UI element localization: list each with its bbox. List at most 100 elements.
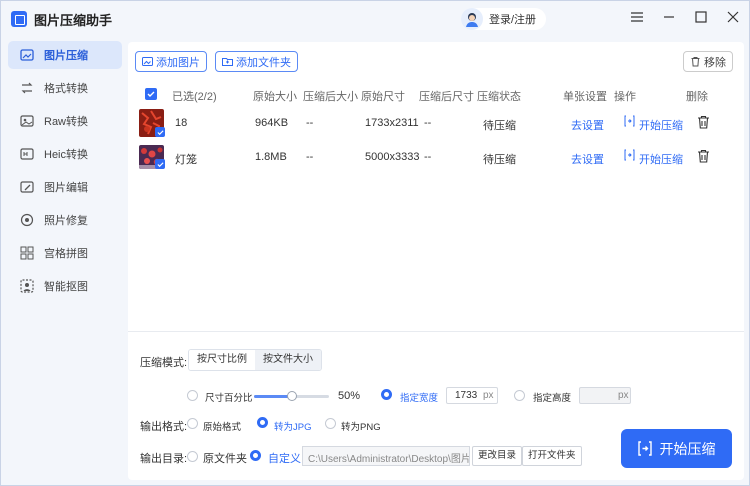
convert-icon xyxy=(20,81,34,95)
sidebar-item-label: 照片修复 xyxy=(44,215,88,227)
header-comp-size: 压缩后大小 xyxy=(303,91,358,103)
heic-icon xyxy=(20,147,34,161)
tab-by-filesize[interactable]: 按文件大小 xyxy=(255,350,321,370)
open-folder-button[interactable]: 打开文件夹 xyxy=(522,446,582,466)
fixed-width-input[interactable]: 1733 px xyxy=(446,387,498,404)
row-checkbox[interactable] xyxy=(155,159,165,169)
row-checkbox[interactable] xyxy=(155,127,165,137)
grid-icon xyxy=(20,246,34,260)
delete-icon[interactable] xyxy=(697,149,710,166)
format-png-label: 转为PNG xyxy=(341,422,381,433)
orig-dim: 1733x2311 xyxy=(365,117,419,129)
header-selected: 已选(2/2) xyxy=(172,91,217,103)
maximize-icon[interactable] xyxy=(695,11,707,23)
login-label: 登录/注册 xyxy=(489,14,537,26)
tab-by-dimension[interactable]: 按尺寸比例 xyxy=(189,350,255,370)
start-compress-button[interactable]: 开始压缩 xyxy=(621,429,732,468)
size-percent-radio[interactable] xyxy=(187,390,198,401)
size-percent-label: 尺寸百分比 xyxy=(205,393,253,404)
compress-icon xyxy=(20,48,34,62)
add-folder-label: 添加文件夹 xyxy=(236,56,291,69)
app-window: 图片压缩助手 登录/注册 图片压缩 格式转换 Raw转换 Heic转换 图片编辑… xyxy=(0,0,750,486)
main-panel: 添加图片 添加文件夹 移除 已选(2/2) 原始大小 压缩后大小 原始尺寸 压缩… xyxy=(128,42,744,480)
output-original-radio[interactable] xyxy=(187,451,198,462)
set-link[interactable]: 去设置 xyxy=(571,117,604,133)
orig-size: 964KB xyxy=(255,117,289,129)
sidebar-item-label: 图片编辑 xyxy=(44,182,88,194)
sidebar-item-label: Raw转换 xyxy=(44,116,89,128)
slider-handle[interactable] xyxy=(286,391,297,401)
sidebar-item-convert[interactable]: 格式转换 xyxy=(8,74,122,102)
fixed-height-radio[interactable] xyxy=(514,390,525,401)
output-custom-radio[interactable] xyxy=(250,450,261,461)
mode-label: 压缩模式: xyxy=(140,357,188,369)
fixed-height-label: 指定高度 xyxy=(533,393,572,404)
output-path-field[interactable]: C:\Users\Administrator\Desktop\图片 xyxy=(302,446,470,466)
table-header: 已选(2/2) 原始大小 压缩后大小 原始尺寸 压缩后尺寸 压缩状态 单张设置 … xyxy=(135,84,735,104)
sidebar-item-label: 宫格拼图 xyxy=(44,248,88,260)
header-orig-size: 原始大小 xyxy=(253,91,297,103)
fixed-height-input[interactable]: px xyxy=(579,387,631,404)
table-row[interactable]: 18 964KB -- 1733x2311 -- 待压缩 去设置 开始压缩 xyxy=(135,109,735,139)
file-name: 18 xyxy=(175,117,188,129)
change-dir-button[interactable]: 更改目录 xyxy=(472,446,523,466)
start-icon xyxy=(624,149,635,164)
start-compress-label: 开始压缩 xyxy=(659,440,716,457)
sidebar-item-label: Heic转换 xyxy=(44,149,89,161)
sidebar-item-edit[interactable]: 图片编辑 xyxy=(8,173,122,201)
file-name: 灯笼 xyxy=(175,154,197,166)
sidebar-item-raw[interactable]: Raw转换 xyxy=(8,107,122,135)
sidebar-item-label: 图片压缩 xyxy=(44,50,88,62)
close-icon[interactable] xyxy=(727,11,739,23)
sidebar-item-grid[interactable]: 宫格拼图 xyxy=(8,239,122,267)
title-bar: 图片压缩助手 登录/注册 xyxy=(1,1,749,37)
delete-icon[interactable] xyxy=(697,115,710,132)
login-button[interactable]: 登录/注册 xyxy=(461,8,547,30)
sidebar-item-heic[interactable]: Heic转换 xyxy=(8,140,122,168)
sidebar-item-repair[interactable]: 照片修复 xyxy=(8,206,122,234)
header-comp-dim: 压缩后尺寸 xyxy=(419,91,474,103)
app-title: 图片压缩助手 xyxy=(34,12,113,28)
orig-dim: 5000x3333 xyxy=(365,151,420,163)
header-status: 压缩状态 xyxy=(477,91,521,103)
start-icon xyxy=(624,115,635,130)
fixed-width-label: 指定宽度 xyxy=(400,393,439,404)
sidebar-item-label: 智能抠图 xyxy=(44,281,88,293)
output-custom-label: 自定义 xyxy=(268,453,301,465)
format-label: 输出格式: xyxy=(140,421,188,433)
output-label: 输出目录: xyxy=(140,453,188,465)
comp-size: -- xyxy=(306,151,314,163)
format-original-radio[interactable] xyxy=(187,418,198,429)
comp-dim: -- xyxy=(424,117,432,129)
cutout-icon xyxy=(20,279,34,293)
header-orig-dim: 原始尺寸 xyxy=(361,91,405,103)
row-start-link[interactable]: 开始压缩 xyxy=(639,151,683,167)
raw-icon xyxy=(20,114,34,128)
height-unit: px xyxy=(618,390,629,401)
menu-icon[interactable] xyxy=(631,11,643,23)
sidebar-item-cutout[interactable]: 智能抠图 xyxy=(8,272,122,300)
set-link[interactable]: 去设置 xyxy=(571,151,604,167)
format-jpg-label: 转为JPG xyxy=(274,422,312,433)
fixed-width-radio[interactable] xyxy=(381,389,392,400)
repair-icon xyxy=(20,213,34,227)
minimize-icon[interactable] xyxy=(663,11,675,23)
status: 待压缩 xyxy=(483,154,516,166)
select-all-checkbox[interactable] xyxy=(145,88,157,100)
orig-size: 1.8MB xyxy=(255,151,287,163)
trash-icon xyxy=(691,57,700,67)
format-jpg-radio[interactable] xyxy=(257,417,268,428)
row-start-link[interactable]: 开始压缩 xyxy=(639,117,683,133)
comp-size: -- xyxy=(306,117,314,129)
status: 待压缩 xyxy=(483,120,516,132)
sidebar-item-label: 格式转换 xyxy=(44,83,88,95)
size-percent-slider[interactable] xyxy=(254,391,329,401)
remove-button[interactable]: 移除 xyxy=(683,51,733,72)
format-png-radio[interactable] xyxy=(325,418,336,429)
fixed-width-value: 1733 xyxy=(455,390,478,401)
table-row[interactable]: 灯笼 1.8MB -- 5000x3333 -- 待压缩 去设置 开始压缩 xyxy=(135,143,735,173)
sidebar-item-compress[interactable]: 图片压缩 xyxy=(8,41,122,69)
add-image-button[interactable]: 添加图片 xyxy=(135,51,207,72)
add-folder-button[interactable]: 添加文件夹 xyxy=(215,51,298,72)
header-delete: 删除 xyxy=(686,91,708,103)
